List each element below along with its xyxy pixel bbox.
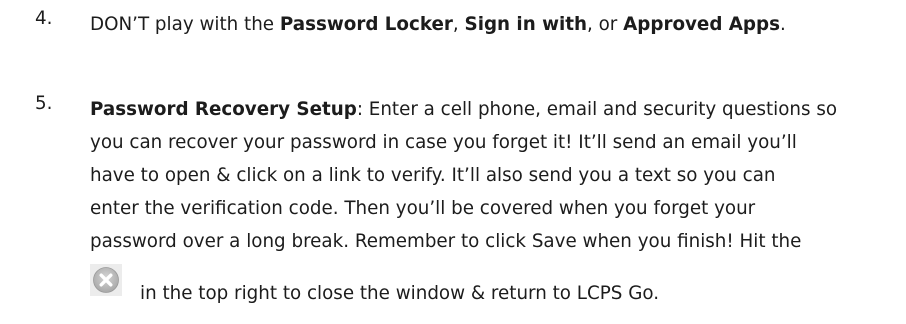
bold-term: Approved Apps bbox=[623, 14, 780, 35]
item-text: Password Recovery Setup: Enter a cell ph… bbox=[90, 93, 892, 310]
text-span: in the top right to close the window & r… bbox=[140, 283, 660, 304]
text-line: enter the verification code. Then you’ll… bbox=[90, 198, 756, 219]
text-line: have to open & click on a link to verify… bbox=[90, 165, 776, 186]
text-span: , or bbox=[586, 14, 624, 35]
close-circle-icon bbox=[90, 264, 122, 296]
text-span: : Enter a cell phone, email and security… bbox=[356, 99, 838, 120]
bold-term: Sign in with bbox=[464, 14, 587, 35]
item-text: DON’T play with the Password Locker, Sig… bbox=[90, 8, 892, 41]
text-span: DON’T play with the bbox=[90, 14, 280, 35]
item-number: 5. bbox=[35, 93, 53, 114]
text-line: Password Recovery Setup: Enter a cell ph… bbox=[90, 93, 892, 126]
text-span: , bbox=[452, 14, 465, 35]
text-line-with-icon: in the top right to close the window & r… bbox=[90, 258, 892, 310]
bold-heading: Password Recovery Setup bbox=[90, 99, 357, 120]
text-line: password over a long break. Remember to … bbox=[90, 231, 802, 252]
text-line: DON’T play with the Password Locker, Sig… bbox=[90, 8, 892, 41]
bold-term: Password Locker bbox=[279, 14, 453, 35]
text-line: you can recover your password in case yo… bbox=[90, 132, 797, 153]
text-span: . bbox=[780, 14, 786, 35]
item-number: 4. bbox=[35, 8, 53, 29]
